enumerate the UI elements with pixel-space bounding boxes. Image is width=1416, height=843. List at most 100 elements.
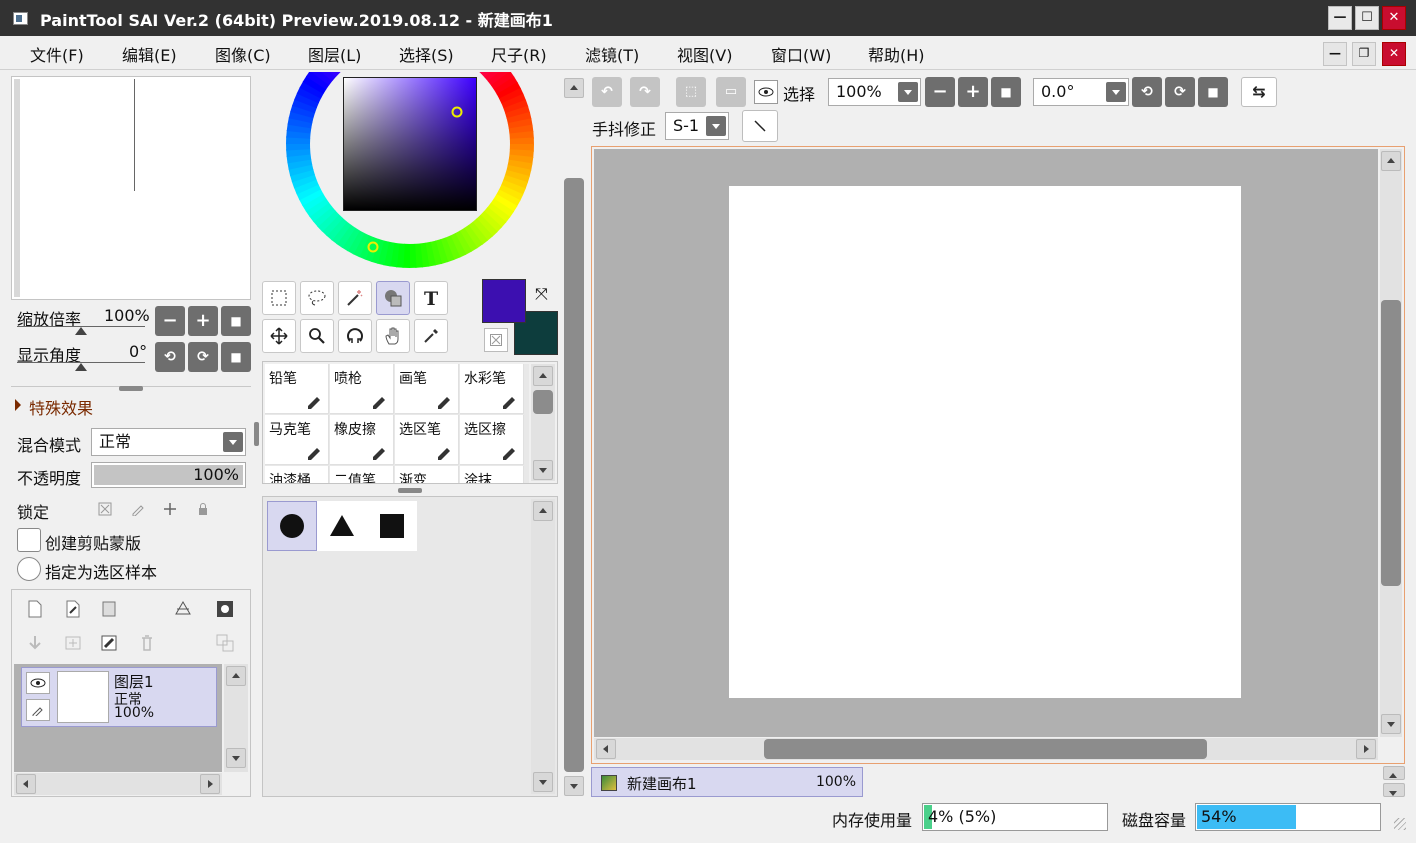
transparent-color-icon[interactable] [484,328,508,352]
eyedropper-tool[interactable] [414,319,448,353]
menu-help[interactable]: 帮助(H) [868,42,925,66]
toolbar-zoom-out-button[interactable]: − [925,77,955,107]
pencil-icon[interactable] [26,699,50,721]
new-layer-icon[interactable] [22,596,48,622]
magic-wand-tool[interactable] [338,281,372,315]
color-wheel[interactable] [263,72,557,272]
lock-paint-icon[interactable] [125,496,151,522]
tab-scroll-down-button[interactable] [1383,783,1405,797]
doc-restore-button[interactable]: ❐ [1352,42,1376,66]
selection-sample-checkbox[interactable] [17,557,41,581]
flip-horizontal-button[interactable]: ⇆ [1241,77,1277,107]
swap-colors-icon[interactable]: ⤧ [535,284,548,304]
scroll-up-button[interactable] [564,78,584,98]
stabilizer-select[interactable]: S-1 [665,112,729,140]
scroll-thumb[interactable] [564,178,584,772]
square-shape-button[interactable] [367,501,417,551]
scroll-up-button[interactable] [226,666,246,686]
zoom-in-button[interactable]: + [188,306,218,336]
lock-all-icon[interactable] [190,496,216,522]
add-layer-icon[interactable] [60,630,86,656]
brush-item[interactable]: 油漆桶 [265,466,329,483]
toolbar-rotate-left-button[interactable]: ⟲ [1132,77,1162,107]
brush-item[interactable]: 涂抹 [460,466,524,483]
minimize-button[interactable]: — [1328,6,1352,30]
invert-select-button[interactable]: ▭ [716,77,746,107]
undo-button[interactable]: ↶ [592,77,622,107]
zoom-reset-button[interactable]: ■ [221,306,251,336]
move-tool[interactable] [262,319,296,353]
tool-panel-scrollbar[interactable] [562,76,586,797]
circle-shape-button[interactable] [267,501,317,551]
copy-layer-icon[interactable] [212,630,238,656]
doc-minimize-button[interactable]: — [1323,42,1347,66]
angle-select[interactable]: 0.0° [1033,78,1129,106]
layer-mask-icon[interactable] [212,596,238,622]
color-wheel-panel[interactable] [263,72,557,272]
layer-effects-icon[interactable] [170,596,196,622]
straight-line-button[interactable] [742,110,778,142]
drawing-canvas[interactable] [729,186,1241,698]
toolbar-rotate-right-button[interactable]: ⟳ [1165,77,1195,107]
panel-grip[interactable] [398,488,422,493]
deselect-button[interactable]: ⬚ [676,77,706,107]
new-folder-icon[interactable] [96,596,122,622]
hue-segment[interactable] [509,137,534,146]
eye-icon[interactable] [754,80,778,104]
opacity-slider[interactable]: 100% [91,462,246,488]
zoom-tool[interactable] [300,319,334,353]
layer-scrollbar[interactable] [224,664,248,772]
scroll-up-button[interactable] [533,501,553,521]
brush-scrollbar[interactable] [531,364,555,481]
rotate-tool[interactable] [338,319,372,353]
doc-close-button[interactable]: ✕ [1382,42,1406,66]
scroll-left-button[interactable] [16,774,36,794]
menu-layer[interactable]: 图层(L) [308,42,361,66]
scroll-down-button[interactable] [564,776,584,796]
brush-item[interactable]: 选区笔 [395,415,459,465]
primary-color-swatch[interactable] [482,279,526,323]
panel-resize-grip[interactable] [254,422,259,446]
lock-transparency-icon[interactable] [92,496,118,522]
scroll-thumb[interactable] [764,739,1207,759]
hue-segment[interactable] [286,142,311,151]
canvas-vscrollbar[interactable] [1380,149,1402,737]
brush-item[interactable]: 水彩笔 [460,364,524,414]
brush-item[interactable]: 铅笔 [265,364,329,414]
menu-window[interactable]: 窗口(W) [771,42,831,66]
lasso-tool[interactable] [300,281,334,315]
scroll-thumb[interactable] [1381,300,1401,586]
scroll-down-button[interactable] [533,460,553,480]
layer-hscrollbar[interactable] [14,773,222,795]
menu-edit[interactable]: 编辑(E) [122,42,177,66]
resize-grip[interactable] [1394,818,1406,830]
brush-item[interactable]: 选区擦 [460,415,524,465]
navigator-preview[interactable] [11,76,251,300]
shape-scrollbar[interactable] [531,499,555,794]
scroll-up-button[interactable] [533,366,553,386]
scroll-thumb[interactable] [533,390,553,414]
close-button[interactable]: ✕ [1382,6,1406,30]
text-tool[interactable]: T [414,281,448,315]
eye-icon[interactable] [26,672,50,694]
hue-segment[interactable] [408,243,417,268]
canvas-hscrollbar[interactable] [594,738,1378,760]
brush-item[interactable]: 马克笔 [265,415,329,465]
scroll-up-button[interactable] [1381,151,1401,171]
zoom-select[interactable]: 100% [828,78,921,106]
toolbar-zoom-in-button[interactable]: + [958,77,988,107]
brush-item[interactable]: 画笔 [395,364,459,414]
delete-layer-icon[interactable] [134,630,160,656]
expand-arrow-icon[interactable] [15,399,21,411]
preview-scroll[interactable] [14,79,20,297]
menu-ruler[interactable]: 尺子(R) [491,42,547,66]
redo-button[interactable]: ↷ [630,77,660,107]
tab-scroll-up-button[interactable] [1383,766,1405,780]
canvas-viewport[interactable] [594,149,1378,737]
toolbar-rotate-reset-button[interactable]: ■ [1198,77,1228,107]
scroll-left-button[interactable] [596,739,616,759]
scroll-right-button[interactable] [1356,739,1376,759]
scroll-down-button[interactable] [1381,714,1401,734]
shape-select-tool[interactable] [376,281,410,315]
zoom-out-button[interactable]: − [155,306,185,336]
